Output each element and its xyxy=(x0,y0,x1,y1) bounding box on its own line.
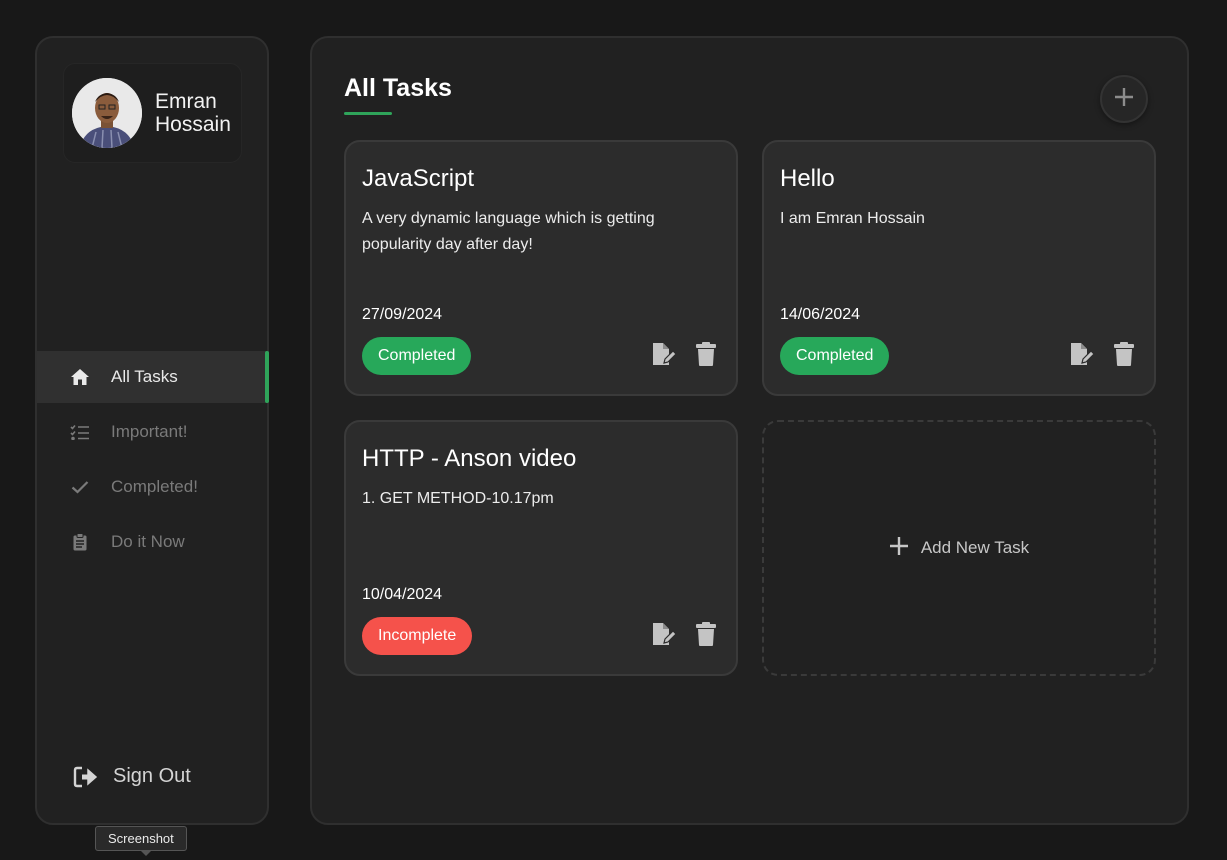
task-card: HTTP - Anson video 1. GET METHOD-10.17pm… xyxy=(344,420,738,676)
task-card: JavaScript A very dynamic language which… xyxy=(344,140,738,396)
sidebar-item-label: Important! xyxy=(111,422,188,441)
sidebar: Emran Hossain All Tasks Important! Compl… xyxy=(35,36,269,825)
sign-out-label: Sign Out xyxy=(113,765,191,787)
user-profile[interactable]: Emran Hossain xyxy=(63,63,242,163)
sidebar-item-label: Completed! xyxy=(111,477,198,496)
sign-out-button[interactable]: Sign Out xyxy=(73,765,191,788)
edit-icon[interactable] xyxy=(650,620,678,648)
task-title: Hello xyxy=(780,165,835,192)
sidebar-item-important[interactable]: Important! xyxy=(37,406,269,458)
task-description: I am Emran Hossain xyxy=(780,210,925,227)
trash-icon[interactable] xyxy=(692,340,720,368)
title-underline xyxy=(344,112,392,115)
screenshot-tooltip: Screenshot xyxy=(95,826,187,856)
status-badge[interactable]: Completed xyxy=(362,337,472,375)
sidebar-item-label: Do it Now xyxy=(111,532,185,551)
task-actions xyxy=(1068,340,1138,368)
main-panel: All Tasks JavaScript A very dynamic lang… xyxy=(310,36,1189,825)
avatar xyxy=(72,78,142,148)
sidebar-item-do-it-now[interactable]: Do it Now xyxy=(37,516,269,568)
sidebar-nav: All Tasks Important! Completed! Do it No… xyxy=(37,351,269,571)
edit-icon[interactable] xyxy=(1068,340,1096,368)
trash-icon[interactable] xyxy=(1110,340,1138,368)
task-date: 27/09/2024 xyxy=(362,306,443,323)
sidebar-item-all-tasks[interactable]: All Tasks xyxy=(37,351,269,403)
add-new-task-label: Add New Task xyxy=(920,538,1030,557)
clipboard-icon xyxy=(69,531,91,553)
task-actions xyxy=(650,340,720,368)
task-description: A very dynamic language which is getting… xyxy=(362,210,655,253)
trash-icon[interactable] xyxy=(692,620,720,648)
status-badge[interactable]: Completed xyxy=(780,337,890,375)
sign-out-icon xyxy=(73,766,99,788)
task-date: 10/04/2024 xyxy=(362,586,443,603)
plus-icon xyxy=(889,536,921,561)
sidebar-item-completed[interactable]: Completed! xyxy=(37,461,269,513)
list-check-icon xyxy=(69,421,91,443)
page-title: All Tasks xyxy=(344,74,452,102)
sidebar-item-label: All Tasks xyxy=(111,367,178,386)
check-icon xyxy=(69,476,91,498)
task-date: 14/06/2024 xyxy=(780,306,861,323)
task-title: HTTP - Anson video xyxy=(362,445,577,472)
add-new-task-card[interactable]: Add New Task xyxy=(762,420,1156,676)
user-name: Emran Hossain xyxy=(155,90,231,136)
plus-icon xyxy=(1114,87,1134,112)
add-task-button[interactable] xyxy=(1100,75,1148,123)
home-icon xyxy=(69,366,91,388)
task-card: Hello I am Emran Hossain 14/06/2024 Comp… xyxy=(762,140,1156,396)
status-badge[interactable]: Incomplete xyxy=(362,617,473,655)
task-actions xyxy=(650,620,720,648)
task-description: 1. GET METHOD-10.17pm xyxy=(362,490,554,507)
task-title: JavaScript xyxy=(362,165,475,192)
edit-icon[interactable] xyxy=(650,340,678,368)
